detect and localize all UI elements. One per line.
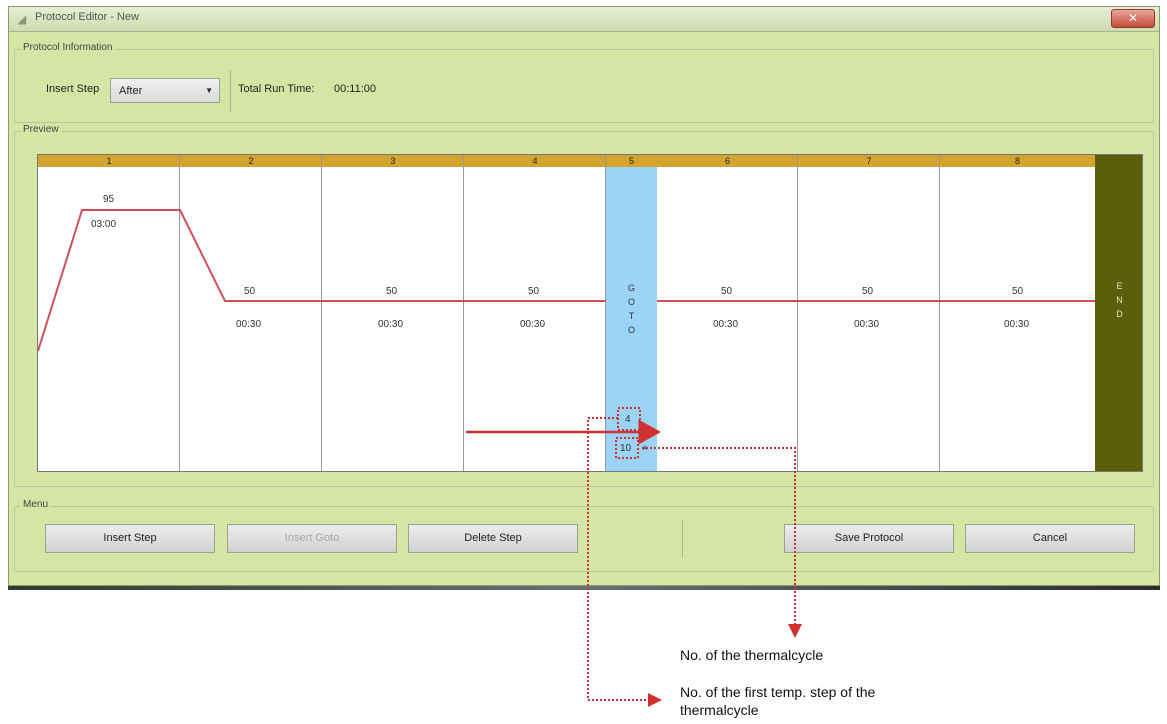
annotation-first-step-line1: No. of the first temp. step of the bbox=[680, 684, 876, 700]
annotation-first-step-line2: thermalcycle bbox=[680, 702, 759, 718]
goto-cycles-highlight bbox=[615, 437, 639, 459]
goto-target-highlight bbox=[617, 407, 641, 431]
thermalcycle-leader bbox=[642, 447, 802, 638]
annotation-thermalcycle: No. of the thermalcycle bbox=[680, 647, 824, 663]
callout-overlay bbox=[466, 407, 802, 707]
first-step-leader bbox=[587, 417, 662, 707]
